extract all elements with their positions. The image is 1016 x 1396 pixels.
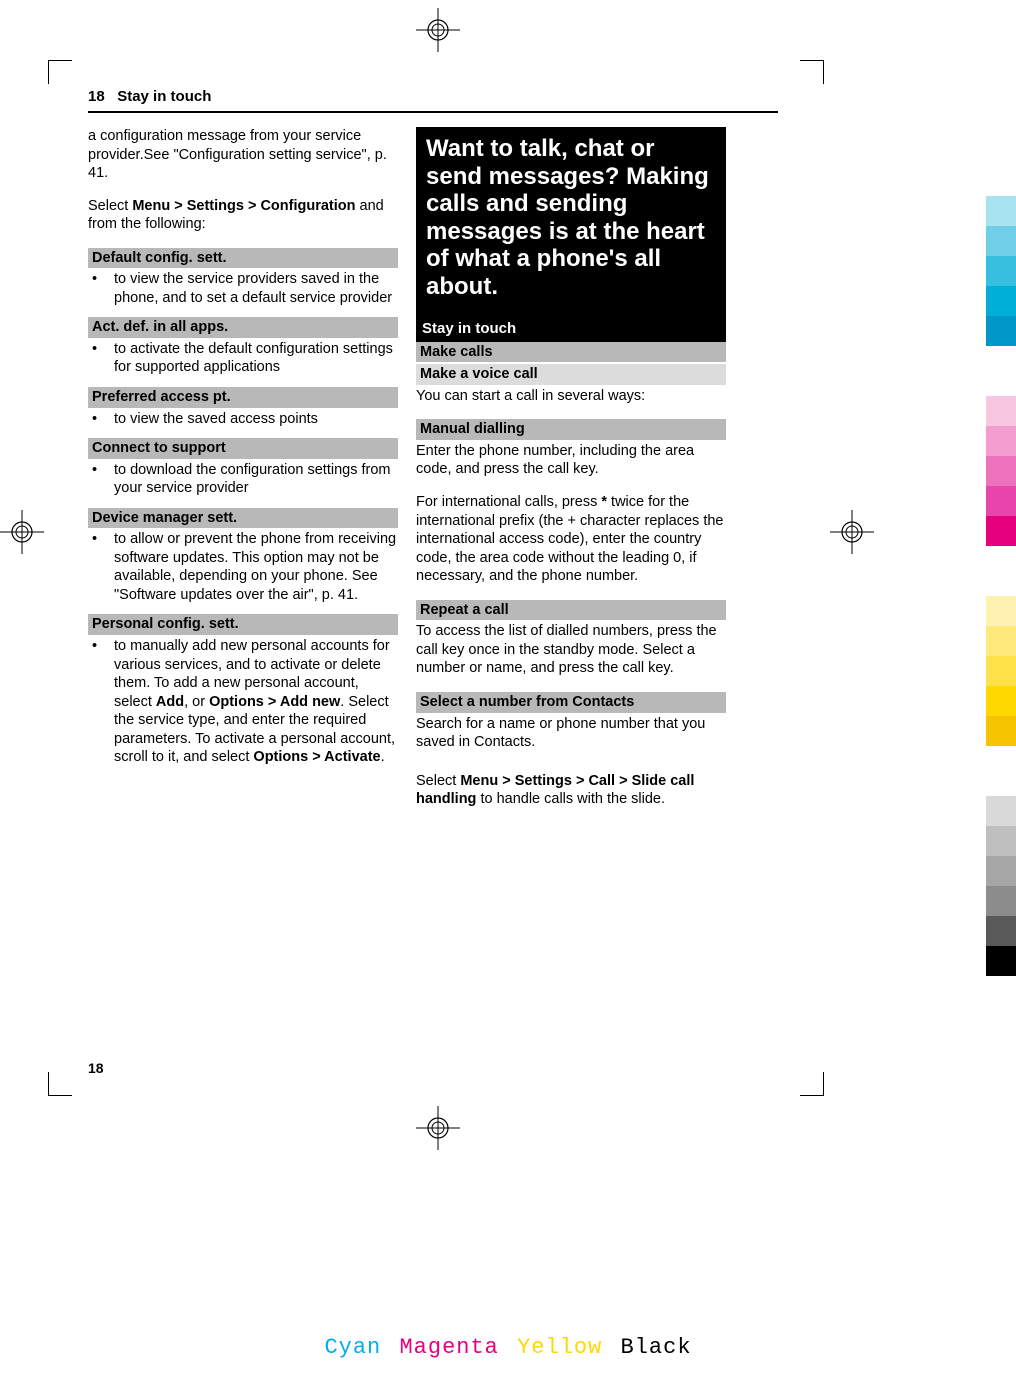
voice-intro: You can start a call in several ways: — [416, 387, 726, 406]
page-number-bottom: 18 — [88, 1060, 104, 1076]
page-content-frame: 18 Stay in touch a configuration message… — [88, 88, 778, 1088]
bullet-text: to download the configuration settings f… — [114, 461, 398, 498]
color-swatches-grey — [986, 796, 1016, 976]
crop-mark — [800, 60, 824, 84]
bullet-icon: • — [88, 637, 114, 767]
bullet-icon: • — [88, 410, 114, 429]
make-voice-head: Make a voice call — [416, 364, 726, 385]
black-label: Black — [621, 1335, 692, 1360]
manual-p1: Enter the phone number, including the ar… — [416, 442, 726, 479]
bullet-row: • to allow or prevent the phone from rec… — [88, 530, 398, 604]
bullet-text: to allow or prevent the phone from recei… — [114, 530, 398, 604]
config-head-4: Device manager sett. — [88, 508, 398, 529]
page-number-top: 18 — [88, 88, 105, 105]
intro-paragraph: a configuration message from your servic… — [88, 127, 398, 183]
right-column: Want to talk, chat or send messages? Mak… — [416, 127, 726, 823]
bullet-text: to manually add new personal accounts fo… — [114, 637, 398, 767]
color-swatches-cyan — [986, 196, 1016, 346]
bullet-icon: • — [88, 530, 114, 604]
bullet-row: • to view the service providers saved in… — [88, 270, 398, 307]
yellow-label: Yellow — [517, 1335, 602, 1360]
bullet-text: to view the saved access points — [114, 410, 398, 429]
cmyk-label: Cyan Magenta Yellow Black — [0, 1335, 1016, 1360]
bullet-text: to view the service providers saved in t… — [114, 270, 398, 307]
config-head-2: Preferred access pt. — [88, 387, 398, 408]
running-header: 18 Stay in touch — [88, 88, 778, 113]
crop-mark — [800, 1072, 824, 1096]
manual-dialling-head: Manual dialling — [416, 419, 726, 440]
bullet-icon: • — [88, 461, 114, 498]
bullet-icon: • — [88, 340, 114, 377]
bullet-text: to activate the default configuration se… — [114, 340, 398, 377]
left-column: a configuration message from your servic… — [88, 127, 398, 823]
make-calls-head: Make calls — [416, 342, 726, 363]
section-band: Stay in touch — [416, 315, 726, 342]
section-title-top: Stay in touch — [117, 88, 211, 105]
repeat-call-text: To access the list of dialled numbers, p… — [416, 622, 726, 678]
magenta-label: Magenta — [399, 1335, 498, 1360]
slide-paragraph: Select Menu > Settings > Call > Slide ca… — [416, 772, 726, 809]
color-swatches-magenta — [986, 396, 1016, 546]
chapter-heading: Want to talk, chat or send messages? Mak… — [416, 127, 726, 315]
crop-mark — [48, 1072, 72, 1096]
registration-mark-bottom — [416, 1106, 460, 1150]
contacts-text: Search for a name or phone number that y… — [416, 715, 726, 752]
config-head-personal: Personal config. sett. — [88, 614, 398, 635]
registration-mark-top — [416, 8, 460, 52]
bullet-row: • to manually add new personal accounts … — [88, 637, 398, 767]
cyan-label: Cyan — [324, 1335, 381, 1360]
bullet-row: • to view the saved access points — [88, 410, 398, 429]
bullet-row: • to activate the default configuration … — [88, 340, 398, 377]
repeat-call-head: Repeat a call — [416, 600, 726, 621]
bullet-row: • to download the configuration settings… — [88, 461, 398, 498]
config-head-3: Connect to support — [88, 438, 398, 459]
bullet-icon: • — [88, 270, 114, 307]
crop-mark — [48, 60, 72, 84]
config-head-1: Act. def. in all apps. — [88, 317, 398, 338]
select-line: Select Menu > Settings > Configuration a… — [88, 197, 398, 234]
registration-mark-right — [830, 510, 874, 554]
manual-p2: For international calls, press * twice f… — [416, 493, 726, 586]
contacts-head: Select a number from Contacts — [416, 692, 726, 713]
registration-mark-left — [0, 510, 44, 554]
config-head-0: Default config. sett. — [88, 248, 398, 269]
color-swatches-yellow — [986, 596, 1016, 746]
menu-path: Menu > Settings > Configuration — [132, 198, 355, 214]
